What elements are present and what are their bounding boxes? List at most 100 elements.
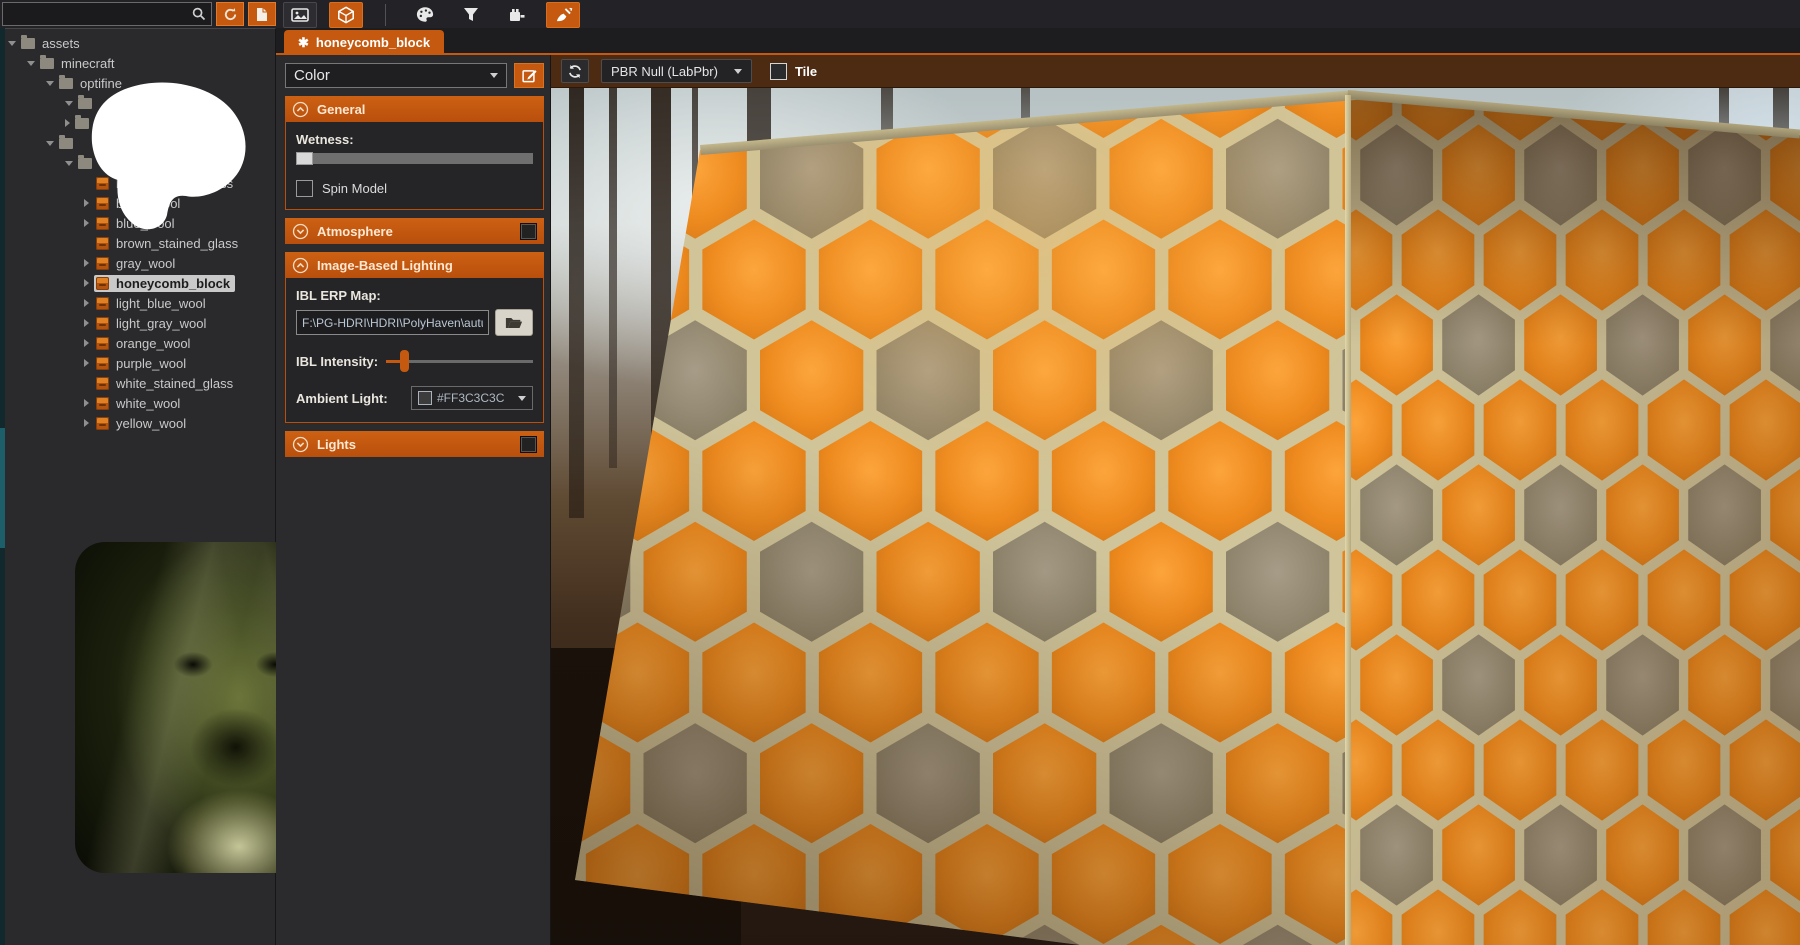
caret-icon[interactable]: [65, 101, 73, 106]
collapse-chevron-down-icon[interactable]: [292, 436, 309, 453]
browse-folder-button[interactable]: [495, 309, 533, 336]
folder-open-icon: [505, 316, 523, 330]
filter-button[interactable]: [454, 2, 488, 28]
section-header-atmosphere[interactable]: Atmosphere: [285, 218, 544, 244]
section-header-general[interactable]: General: [285, 96, 544, 122]
edit-texture-button[interactable]: [514, 63, 544, 88]
tree-item-blue-wool[interactable]: blue_wool: [0, 213, 275, 233]
tab-honeycomb-block[interactable]: ✱ honeycomb_block: [284, 30, 444, 55]
section-header-ibl[interactable]: Image-Based Lighting: [285, 252, 544, 278]
caret-icon[interactable]: [27, 61, 35, 66]
reload-shader-button[interactable]: [561, 59, 589, 83]
caret-icon[interactable]: [84, 259, 89, 267]
caret-icon[interactable]: [8, 41, 16, 46]
cube-top-edge-right: [1347, 90, 1800, 139]
caret-icon[interactable]: [84, 199, 89, 207]
block-icon: [96, 257, 109, 270]
tree-item-folder[interactable]: [0, 93, 275, 113]
tree-item-honeycomb-block[interactable]: honeycomb_block: [0, 273, 275, 293]
caret-icon[interactable]: [84, 339, 89, 347]
block-icon: [96, 417, 109, 430]
caret-icon[interactable]: [65, 161, 73, 166]
caret-icon[interactable]: [46, 81, 54, 86]
block-icon: [96, 237, 109, 250]
tile-checkbox[interactable]: [770, 63, 787, 80]
tree-item-orange-wool[interactable]: orange_wool: [0, 333, 275, 353]
collapse-chevron-down-icon[interactable]: [292, 223, 309, 240]
forest-background: [551, 88, 1800, 945]
scrollbar-thumb[interactable]: [0, 428, 5, 548]
tree-item-brown-stained-glass[interactable]: brown_stained_glass: [0, 233, 275, 253]
collapse-chevron-up-icon[interactable]: [292, 257, 309, 274]
tile-label: Tile: [795, 64, 817, 79]
caret-icon[interactable]: [84, 219, 89, 227]
tree-item-yellow-wool[interactable]: yellow_wool: [0, 413, 275, 433]
section-body-general: Wetness: Spin Model: [285, 122, 544, 210]
tree-item-light-gray-wool[interactable]: light_gray_wool: [0, 313, 275, 333]
atmosphere-enable-checkbox[interactable]: [520, 223, 537, 240]
properties-panel: Color General Wetness: Spin Model: [276, 55, 551, 945]
view-mode-select[interactable]: Color: [285, 63, 507, 88]
lights-enable-checkbox[interactable]: [520, 436, 537, 453]
ibl-intensity-slider[interactable]: [386, 350, 533, 372]
chevron-down-icon: [518, 396, 526, 401]
caret-icon[interactable]: [84, 279, 89, 287]
tree-item-white-stained-glass[interactable]: white_stained_glass: [0, 373, 275, 393]
caret-icon[interactable]: [84, 419, 89, 427]
block-icon: [96, 297, 109, 310]
image-view-button[interactable]: [283, 2, 317, 28]
wetness-slider[interactable]: [296, 153, 533, 164]
wetness-label: Wetness:: [296, 132, 533, 147]
cube-top-edge-left: [700, 90, 1357, 155]
model-view-button[interactable]: [329, 2, 363, 28]
refresh-button[interactable]: [216, 2, 244, 26]
tree-item-white-wool[interactable]: white_wool: [0, 393, 275, 413]
search-input[interactable]: [2, 2, 212, 26]
tree-item-purple-wool[interactable]: purple_wool: [0, 353, 275, 373]
folder-icon: [59, 78, 73, 89]
viewport-toolbar: PBR Null (LabPbr) Tile: [551, 55, 1800, 88]
tree-item-optifine[interactable]: optifine: [0, 73, 275, 93]
ambient-light-color-picker[interactable]: #FF3C3C3C: [411, 386, 533, 410]
render-scene[interactable]: [551, 88, 1800, 945]
plugin-button[interactable]: [500, 2, 534, 28]
tree-item-light-blue-wool[interactable]: light_blue_wool: [0, 293, 275, 313]
material-brush-button[interactable]: [546, 2, 580, 28]
folder-icon: [40, 58, 54, 69]
pencil-edit-icon: [522, 68, 537, 83]
caret-icon[interactable]: [84, 399, 89, 407]
caret-icon[interactable]: [46, 141, 54, 146]
ambient-color-value: #FF3C3C3C: [437, 391, 513, 405]
left-edge-scrollbar[interactable]: [0, 28, 5, 945]
cube-face-right: [551, 88, 1800, 945]
tree-item-gray-wool[interactable]: gray_wool: [0, 253, 275, 273]
tree-item-folder[interactable]: [0, 113, 275, 133]
cube-face-left: [551, 88, 1800, 945]
modified-indicator-icon: ✱: [298, 35, 309, 51]
new-document-button[interactable]: [248, 2, 276, 26]
block-icon: [96, 177, 109, 190]
block-icon: [96, 357, 109, 370]
tree-item-folder[interactable]: [0, 133, 275, 153]
ibl-intensity-handle[interactable]: [400, 350, 409, 372]
caret-icon[interactable]: [84, 299, 89, 307]
caret-icon[interactable]: [84, 359, 89, 367]
ibl-erp-path-input[interactable]: [296, 310, 489, 335]
shader-format-select[interactable]: PBR Null (LabPbr): [601, 59, 752, 83]
application-window: ✱ honeycomb_block assets minecraft optif…: [0, 0, 1800, 945]
folder-icon: [75, 118, 89, 129]
tab-label: honeycomb_block: [316, 35, 430, 50]
palette-button[interactable]: [408, 2, 442, 28]
spin-model-checkbox[interactable]: [296, 180, 313, 197]
section-header-lights[interactable]: Lights: [285, 431, 544, 457]
wetness-slider-handle[interactable]: [296, 152, 313, 165]
tree-item-black-stained-glass[interactable]: black_stained_glass: [0, 173, 275, 193]
tree-item-folder[interactable]: [0, 153, 275, 173]
caret-icon[interactable]: [65, 119, 70, 127]
caret-icon[interactable]: [84, 319, 89, 327]
tree-item-minecraft[interactable]: minecraft: [0, 53, 275, 73]
tree-item-black-wool[interactable]: black_wool: [0, 193, 275, 213]
search-field[interactable]: [6, 4, 186, 24]
tree-item-assets[interactable]: assets: [0, 33, 275, 53]
collapse-chevron-up-icon[interactable]: [292, 101, 309, 118]
